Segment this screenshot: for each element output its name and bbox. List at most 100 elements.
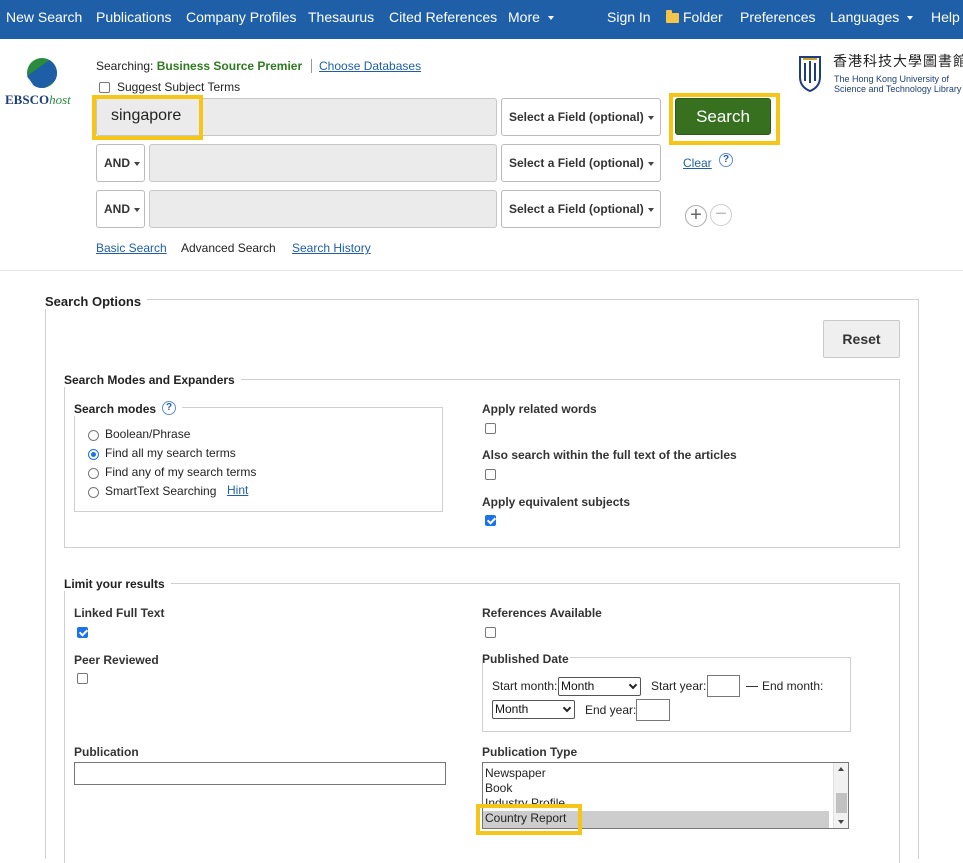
field-select-1[interactable]: Select a Field (optional) — [501, 98, 661, 136]
mode-smarttext-radio[interactable] — [88, 487, 99, 498]
field-select-3-label: Select a Field (optional) — [509, 202, 644, 216]
search-button[interactable]: Search — [675, 98, 771, 135]
nav-languages[interactable]: Languages — [830, 9, 914, 25]
library-chinese-name: 香港科技大學圖書館 — [833, 54, 963, 70]
database-name: Business Source Premier — [156, 59, 303, 73]
remove-row-minus-icon[interactable]: − — [710, 204, 732, 226]
nav-publications[interactable]: Publications — [96, 9, 172, 25]
search-input-2[interactable] — [149, 144, 497, 182]
operator-3-label: AND — [104, 202, 130, 216]
folder-icon — [666, 10, 679, 23]
start-month-select[interactable]: Month — [558, 677, 641, 696]
limit-results-title: Limit your results — [64, 577, 171, 591]
search-history-link[interactable]: Search History — [292, 241, 371, 255]
end-month-label: End month: — [762, 679, 824, 693]
brand-bold: EBSCO — [5, 92, 50, 107]
nav-folder[interactable]: Folder — [666, 9, 723, 25]
full-text-search-checkbox[interactable] — [485, 469, 496, 480]
library-name-line1: The Hong Kong University of — [834, 74, 950, 84]
chevron-down-icon — [647, 161, 654, 166]
start-month-label: Start month: — [492, 679, 558, 693]
chevron-down-icon — [547, 16, 554, 21]
references-available-checkbox[interactable] — [485, 627, 496, 638]
pubtype-option[interactable]: Industry Profile — [485, 796, 565, 804]
nav-thesaurus[interactable]: Thesaurus — [308, 9, 374, 25]
related-words-label: Apply related words — [482, 402, 597, 416]
publication-type-label: Publication Type — [482, 745, 578, 759]
ebsco-logo-icon — [27, 58, 57, 88]
nav-folder-label: Folder — [683, 9, 723, 25]
peer-reviewed-checkbox[interactable] — [77, 673, 88, 684]
nav-company-profiles[interactable]: Company Profiles — [186, 9, 297, 25]
full-text-search-label: Also search within the full text of the … — [482, 448, 737, 462]
nav-help[interactable]: Help — [931, 9, 960, 25]
suggest-subject-terms-checkbox[interactable] — [99, 82, 110, 93]
field-select-1-label: Select a Field (optional) — [509, 110, 644, 124]
reset-button[interactable]: Reset — [823, 320, 900, 358]
end-year-input[interactable] — [636, 699, 670, 721]
scroll-down-icon[interactable] — [838, 820, 844, 824]
divider — [0, 270, 963, 271]
nav-sign-in[interactable]: Sign In — [607, 9, 651, 25]
mode-boolean-radio[interactable] — [88, 430, 99, 441]
operator-select-2[interactable]: AND — [96, 144, 145, 182]
searching-info: Searching: Business Source Premier — [96, 59, 302, 73]
help-icon[interactable]: ? — [719, 153, 733, 167]
choose-databases-link[interactable]: Choose Databases — [311, 59, 421, 73]
publication-input[interactable] — [74, 762, 446, 785]
equivalent-subjects-label: Apply equivalent subjects — [482, 495, 631, 509]
chevron-down-icon — [647, 115, 654, 120]
references-available-label: References Available — [482, 606, 602, 620]
field-select-3[interactable]: Select a Field (optional) — [501, 190, 661, 228]
clear-link[interactable]: Clear — [683, 156, 712, 170]
mode-find-all-radio[interactable] — [88, 449, 99, 460]
start-month-value: Month — [561, 679, 595, 693]
field-select-2-label: Select a Field (optional) — [509, 156, 644, 170]
basic-search-link[interactable]: Basic Search — [96, 241, 167, 255]
searching-label: Searching: — [96, 59, 154, 73]
nav-more[interactable]: More — [508, 9, 554, 25]
linked-full-text-checkbox[interactable] — [77, 627, 88, 638]
hint-link[interactable]: Hint — [227, 483, 248, 497]
nav-preferences[interactable]: Preferences — [740, 9, 815, 25]
search-input-3[interactable] — [149, 190, 497, 228]
equivalent-subjects-checkbox[interactable] — [485, 515, 496, 526]
nav-more-label: More — [508, 9, 540, 25]
hkust-crest-icon — [799, 56, 821, 93]
end-month-value: Month — [495, 702, 529, 716]
highlight-query — [92, 95, 203, 140]
scroll-up-icon[interactable] — [838, 767, 844, 771]
mode-find-any-label: Find any of my search terms — [105, 465, 257, 479]
help-icon[interactable]: ? — [162, 401, 176, 415]
chevron-down-icon — [907, 16, 914, 21]
nav-new-search[interactable]: New Search — [6, 9, 82, 25]
mode-boolean-label: Boolean/Phrase — [105, 427, 191, 441]
publication-label: Publication — [74, 745, 139, 759]
nav-languages-label: Languages — [830, 9, 900, 25]
scroll-thumb[interactable] — [836, 793, 847, 813]
pubtype-option[interactable]: Newspaper — [485, 766, 546, 780]
add-row-plus-icon[interactable]: + — [685, 205, 707, 227]
peer-reviewed-label: Peer Reviewed — [74, 653, 159, 667]
published-date-box-top — [570, 657, 851, 658]
mode-find-any-radio[interactable] — [88, 468, 99, 479]
chevron-down-icon — [134, 207, 140, 212]
advanced-search-label: Advanced Search — [181, 241, 276, 255]
field-select-2[interactable]: Select a Field (optional) — [501, 144, 661, 182]
operator-2-label: AND — [104, 156, 130, 170]
listbox-scrollbar[interactable] — [833, 763, 848, 828]
mode-smarttext-label: SmartText Searching — [105, 484, 217, 498]
search-options-title: Search Options — [45, 294, 148, 309]
chevron-down-icon — [562, 703, 572, 713]
operator-select-3[interactable]: AND — [96, 190, 145, 228]
start-year-input[interactable] — [707, 675, 740, 697]
nav-cited-references[interactable]: Cited References — [389, 9, 497, 25]
related-words-checkbox[interactable] — [485, 423, 496, 434]
mode-find-all-label: Find all my search terms — [105, 446, 236, 460]
suggest-subject-terms-label: Suggest Subject Terms — [117, 80, 241, 94]
chevron-down-icon — [134, 161, 140, 166]
pubtype-option[interactable]: Book — [485, 781, 512, 795]
end-month-select[interactable]: Month — [492, 700, 575, 719]
date-range-dash — [746, 686, 758, 687]
linked-full-text-label: Linked Full Text — [74, 606, 165, 620]
